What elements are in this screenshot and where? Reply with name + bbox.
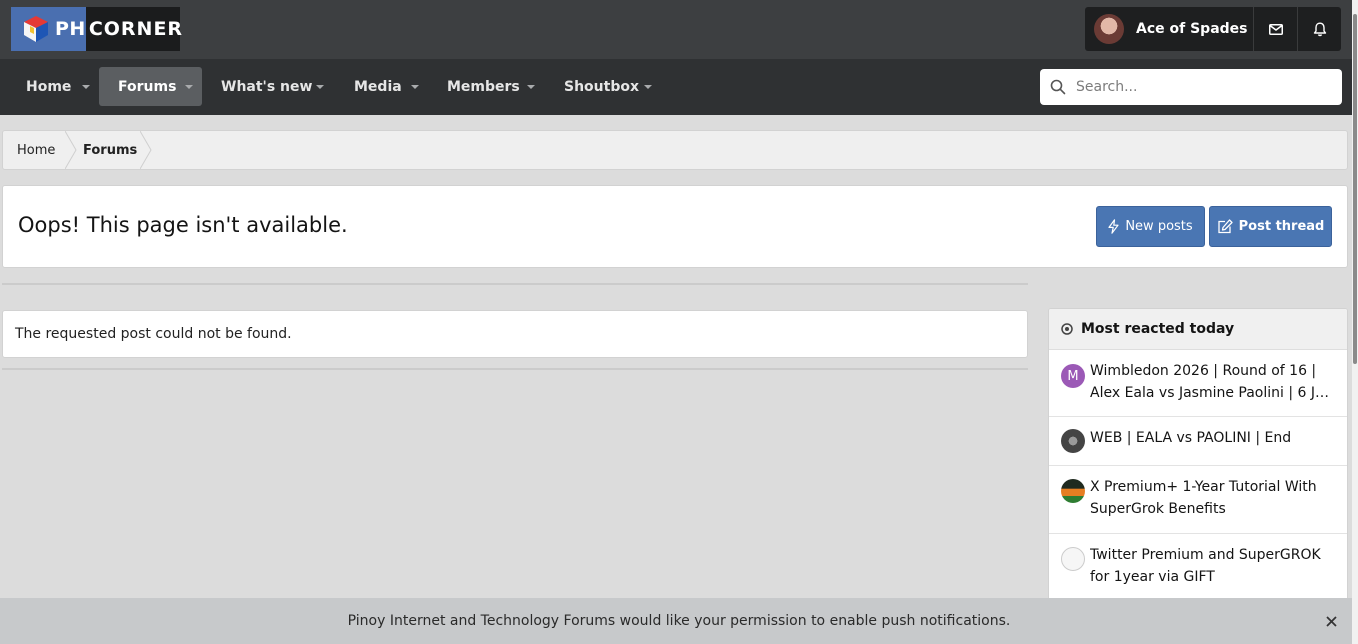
nav-home[interactable]: Home [12,67,92,106]
site-logo[interactable]: PH CORNER [11,7,184,51]
breadcrumb-separator [65,131,77,169]
chevron-down-icon[interactable] [644,85,652,89]
user-avatar[interactable] [1094,14,1124,44]
avatar[interactable]: M [1061,364,1085,388]
most-reacted-widget: Most reacted today M Wimbledon 2026 | Ro… [1048,308,1348,608]
alerts-button[interactable] [1298,7,1341,51]
push-notification-bar: Pinoy Internet and Technology Forums wou… [0,598,1358,644]
avatar[interactable] [1061,547,1085,571]
close-button[interactable] [1322,612,1340,630]
username-link[interactable]: Ace of Spades I [1136,21,1253,37]
search-input[interactable] [1076,79,1326,95]
reaction-icon [1061,323,1073,335]
breadcrumb: Home Forums [2,130,1348,170]
logo-corner-text: CORNER [88,18,184,40]
widget-header: Most reacted today [1049,309,1347,350]
bolt-icon [1108,219,1119,234]
list-item[interactable]: X Premium+ 1-Year Tutorial With SuperGro… [1049,466,1347,534]
page-header: Oops! This page isn't available. New pos… [2,185,1348,268]
cube-logo-icon [24,16,48,42]
thread-title[interactable]: Twitter Premium and SuperGROK for 1year … [1090,544,1337,588]
chevron-down-icon[interactable] [411,85,419,89]
breadcrumb-separator [140,131,152,169]
nav-forums[interactable]: Forums [99,67,202,106]
avatar[interactable] [1061,429,1085,453]
avatar[interactable] [1061,479,1085,503]
new-posts-button[interactable]: New posts [1096,206,1205,247]
list-item[interactable]: M Wimbledon 2026 | Round of 16 | Alex Ea… [1049,350,1347,417]
breadcrumb-forums[interactable]: Forums [83,131,137,169]
logo-ph-text: PH [55,18,86,40]
close-icon [1325,615,1337,627]
divider [2,368,1028,370]
push-notification-text: Pinoy Internet and Technology Forums wou… [347,613,1011,629]
breadcrumb-home[interactable]: Home [17,131,55,169]
search-icon [1050,79,1066,95]
chevron-down-icon[interactable] [527,85,535,89]
divider [2,283,1028,285]
list-item[interactable]: Twitter Premium and SuperGROK for 1year … [1049,534,1347,607]
chevron-down-icon[interactable] [316,85,324,89]
nav-whats-new[interactable]: What's new [208,67,332,106]
nav-members[interactable]: Members [434,67,544,106]
error-notice: The requested post could not be found. [2,310,1028,358]
post-thread-button[interactable]: Post thread [1209,206,1332,247]
chevron-down-icon[interactable] [185,85,193,89]
thread-title[interactable]: WEB | EALA vs PAOLINI | End [1090,427,1337,449]
search-box[interactable] [1040,69,1342,105]
envelope-icon [1268,23,1283,35]
nav-shoutbox[interactable]: Shoutbox [551,67,661,106]
list-item[interactable]: WEB | EALA vs PAOLINI | End [1049,417,1347,466]
scrollbar-thumb[interactable] [1353,14,1357,364]
bell-icon [1313,22,1326,36]
edit-icon [1217,219,1233,234]
thread-title[interactable]: X Premium+ 1-Year Tutorial With SuperGro… [1090,476,1337,520]
chevron-down-icon[interactable] [82,85,90,89]
page-title: Oops! This page isn't available. [18,213,348,237]
thread-title[interactable]: Wimbledon 2026 | Round of 16 | Alex Eala… [1090,360,1337,404]
inbox-button[interactable] [1254,7,1297,51]
user-menu: Ace of Spades I [1085,7,1341,51]
widget-title: Most reacted today [1081,321,1235,337]
nav-media[interactable]: Media [340,67,426,106]
